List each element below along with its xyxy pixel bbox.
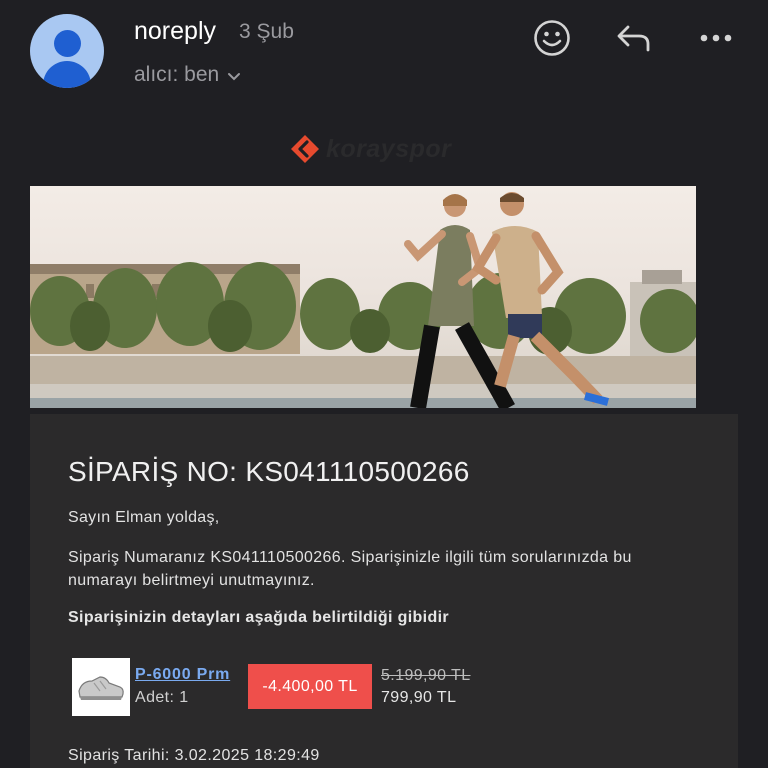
brand-logo[interactable]: korayspor bbox=[290, 134, 451, 164]
recipient-toggle[interactable]: alıcı: ben bbox=[134, 62, 241, 88]
sender-avatar[interactable] bbox=[30, 14, 104, 88]
product-quantity: Adet: 1 bbox=[135, 689, 189, 706]
new-price: 799,90 TL bbox=[381, 689, 457, 706]
recipient-label: alıcı: ben bbox=[134, 63, 220, 86]
discount-badge: -4.400,00 TL bbox=[248, 664, 372, 709]
chevron-down-icon bbox=[227, 64, 241, 88]
brand-name: korayspor bbox=[326, 134, 452, 163]
product-image[interactable] bbox=[72, 658, 130, 716]
emoji-icon[interactable] bbox=[532, 18, 572, 58]
avatar-head bbox=[54, 30, 81, 57]
reply-icon[interactable] bbox=[614, 18, 654, 58]
email-view: noreply 3 Şub alıcı: ben korayspor SİPAR… bbox=[0, 0, 768, 768]
order-date: Sipariş Tarihi: 3.02.2025 18:29:49 bbox=[68, 747, 320, 764]
order-number-title: SİPARİŞ NO: KS041110500266 bbox=[68, 456, 470, 487]
body-text: Sipariş Numaranız KS041110500266. Sipari… bbox=[68, 549, 632, 589]
sneaker-icon bbox=[78, 676, 124, 700]
brand-mark-icon bbox=[291, 135, 319, 163]
greeting-text: Sayın Elman yoldaş, bbox=[68, 509, 220, 526]
email-content-card: SİPARİŞ NO: KS041110500266 Sayın Elman y… bbox=[30, 414, 738, 768]
product-name-link[interactable]: P-6000 Prm bbox=[135, 666, 230, 684]
more-icon[interactable] bbox=[696, 18, 736, 58]
sender-name[interactable]: noreply bbox=[134, 17, 216, 46]
email-date: 3 Şub bbox=[239, 20, 294, 43]
hero-banner-image bbox=[30, 186, 696, 408]
avatar-body bbox=[43, 61, 91, 88]
details-heading: Siparişinizin detayları aşağıda belirtil… bbox=[68, 609, 449, 626]
old-price: 5.199,90 TL bbox=[381, 667, 471, 684]
